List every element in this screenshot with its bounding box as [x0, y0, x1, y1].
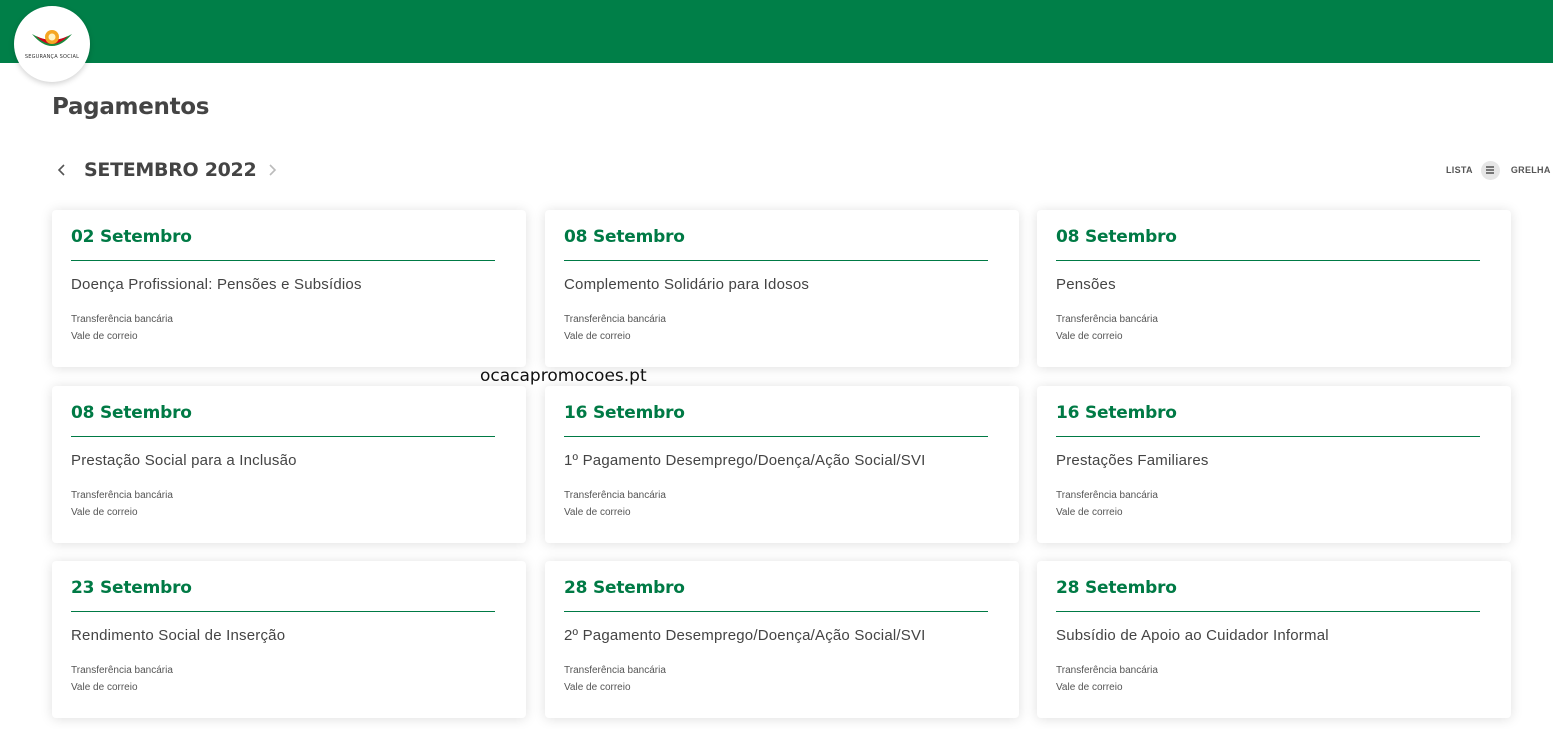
logo-emblem-icon	[32, 30, 72, 46]
card-divider	[564, 260, 988, 261]
payment-method: Vale de correio	[1056, 507, 1123, 518]
payment-date: 08 Setembro	[1056, 227, 1177, 247]
payment-date: 28 Setembro	[1056, 578, 1177, 598]
payment-date: 16 Setembro	[564, 403, 685, 423]
card-divider	[564, 436, 988, 437]
payment-method: Transferência bancária	[564, 665, 666, 676]
payment-method: Transferência bancária	[71, 314, 173, 325]
payment-date: 02 Setembro	[71, 227, 192, 247]
payment-methods: Transferência bancária Vale de correio	[71, 311, 173, 345]
payment-method: Vale de correio	[1056, 682, 1123, 693]
payment-method: Transferência bancária	[564, 314, 666, 325]
list-view-label: LISTA	[1446, 165, 1473, 175]
payment-card[interactable]: 08 Setembro Prestação Social para a Incl…	[52, 386, 526, 543]
view-toggle: LISTA GRELHA	[1446, 160, 1553, 180]
payment-title: 2º Pagamento Desemprego/Doença/Ação Soci…	[564, 627, 926, 644]
next-month-button[interactable]	[262, 155, 282, 185]
payment-methods: Transferência bancária Vale de correio	[1056, 487, 1158, 521]
page-title: Pagamentos	[52, 94, 210, 120]
card-divider	[71, 436, 495, 437]
payment-method: Vale de correio	[564, 682, 631, 693]
card-divider	[71, 611, 495, 612]
payment-card[interactable]: 16 Setembro Prestações Familiares Transf…	[1037, 386, 1511, 543]
payment-methods: Transferência bancária Vale de correio	[71, 662, 173, 696]
payment-card[interactable]: 08 Setembro Pensões Transferência bancár…	[1037, 210, 1511, 367]
payment-title: Prestações Familiares	[1056, 452, 1209, 469]
payment-method: Transferência bancária	[71, 665, 173, 676]
card-divider	[564, 611, 988, 612]
payment-date: 16 Setembro	[1056, 403, 1177, 423]
list-icon	[1480, 160, 1500, 180]
payment-card[interactable]: 16 Setembro 1º Pagamento Desemprego/Doen…	[545, 386, 1019, 543]
card-divider	[1056, 436, 1480, 437]
watermark-text: ocacapromocoes.pt	[480, 366, 647, 386]
payment-title: Pensões	[1056, 276, 1116, 293]
card-divider	[71, 260, 495, 261]
payment-method: Transferência bancária	[1056, 665, 1158, 676]
payment-title: Doença Profissional: Pensões e Subsídios	[71, 276, 362, 293]
card-divider	[1056, 260, 1480, 261]
seguranca-social-logo[interactable]: SEGURANÇA SOCIAL	[14, 6, 90, 82]
payment-title: Complemento Solidário para Idosos	[564, 276, 810, 293]
payment-title: Prestação Social para a Inclusão	[71, 452, 297, 469]
payment-card[interactable]: 28 Setembro Subsídio de Apoio ao Cuidado…	[1037, 561, 1511, 718]
payment-methods: Transferência bancária Vale de correio	[564, 311, 666, 345]
payment-method: Vale de correio	[1056, 331, 1123, 342]
payment-method: Vale de correio	[71, 507, 138, 518]
grid-view-label: GRELHA	[1510, 165, 1551, 175]
month-label: SETEMBRO 2022	[84, 159, 257, 181]
payment-method: Transferência bancária	[1056, 490, 1158, 501]
payment-date: 23 Setembro	[71, 578, 192, 598]
chevron-right-icon	[269, 164, 277, 176]
payment-methods: Transferência bancária Vale de correio	[71, 487, 173, 521]
top-bar	[0, 0, 1553, 63]
previous-month-button[interactable]	[52, 155, 72, 185]
payment-methods: Transferência bancária Vale de correio	[564, 662, 666, 696]
payment-date: 28 Setembro	[564, 578, 685, 598]
payment-methods: Transferência bancária Vale de correio	[1056, 662, 1158, 696]
payment-date: 08 Setembro	[564, 227, 685, 247]
payment-method: Vale de correio	[71, 682, 138, 693]
month-navigation: SETEMBRO 2022	[52, 155, 282, 185]
payment-method: Vale de correio	[564, 507, 631, 518]
payment-method: Transferência bancária	[564, 490, 666, 501]
payment-card[interactable]: 08 Setembro Complemento Solidário para I…	[545, 210, 1019, 367]
payment-title: Rendimento Social de Inserção	[71, 627, 286, 644]
payment-methods: Transferência bancária Vale de correio	[1056, 311, 1158, 345]
payment-method: Transferência bancária	[1056, 314, 1158, 325]
payment-method: Vale de correio	[564, 331, 631, 342]
payment-date: 08 Setembro	[71, 403, 192, 423]
logo-text: SEGURANÇA SOCIAL	[24, 54, 80, 60]
payment-title: Subsídio de Apoio ao Cuidador Informal	[1056, 627, 1329, 644]
grid-view-toggle[interactable]: GRELHA	[1511, 165, 1553, 175]
payment-card[interactable]: 28 Setembro 2º Pagamento Desemprego/Doen…	[545, 561, 1019, 718]
chevron-left-icon	[57, 164, 65, 176]
list-view-toggle[interactable]: LISTA	[1446, 160, 1500, 180]
payment-card[interactable]: 02 Setembro Doença Profissional: Pensões…	[52, 210, 526, 367]
payment-title: 1º Pagamento Desemprego/Doença/Ação Soci…	[564, 452, 926, 469]
payment-card[interactable]: 23 Setembro Rendimento Social de Inserçã…	[52, 561, 526, 718]
payment-method: Transferência bancária	[71, 490, 173, 501]
card-divider	[1056, 611, 1480, 612]
payment-methods: Transferência bancária Vale de correio	[564, 487, 666, 521]
payment-method: Vale de correio	[71, 331, 138, 342]
